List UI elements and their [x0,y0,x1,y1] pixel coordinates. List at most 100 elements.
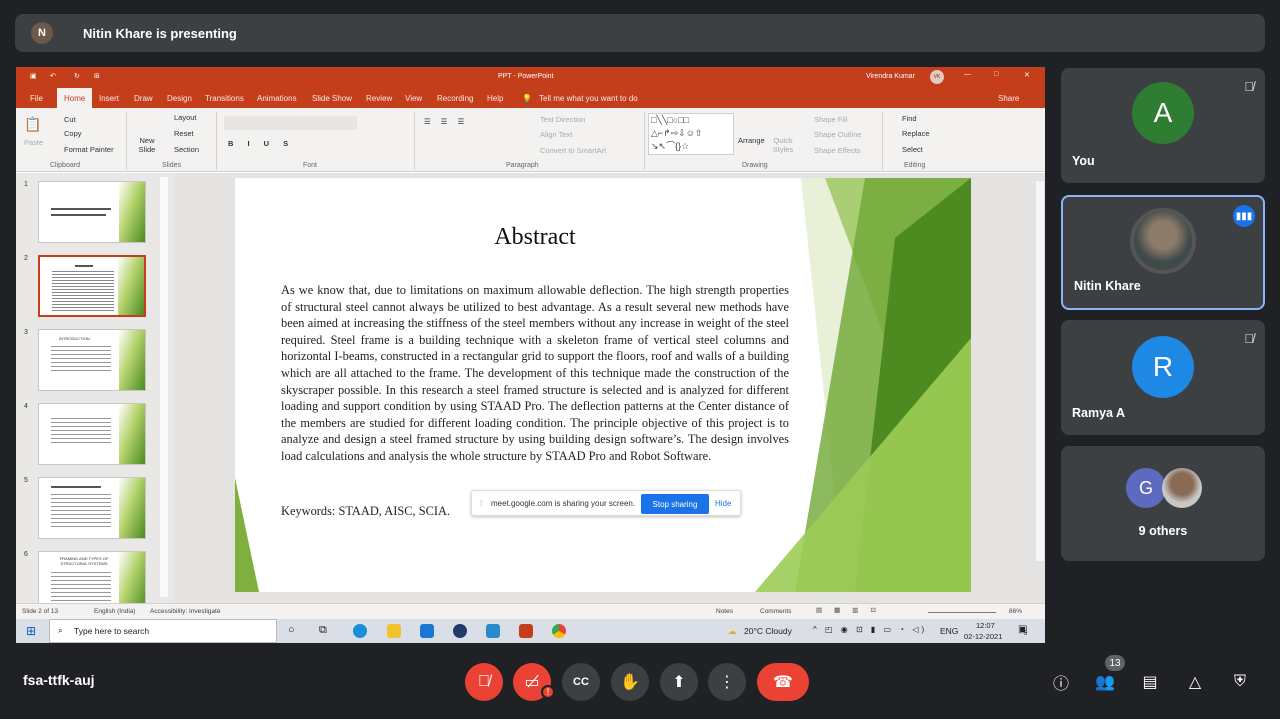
font-name-box[interactable] [224,116,357,130]
info-icon[interactable]: ⓘ [1050,671,1072,693]
paste-button[interactable]: Paste [24,138,43,147]
host-controls-icon[interactable]: ⛨ [1229,671,1251,693]
minimize-icon[interactable]: — [964,71,971,78]
people-icon[interactable]: 👥 [1094,671,1116,693]
task-view-icon[interactable]: ⧉ [319,624,327,637]
select-button[interactable]: Select [902,145,923,154]
file-explorer-icon[interactable] [387,624,401,638]
tab-review[interactable]: Review [366,94,392,103]
drag-handle-icon[interactable]: ⁞ [480,499,482,508]
clock-time[interactable]: 12:07 [976,621,995,630]
tab-animations[interactable]: Animations [257,94,297,103]
tab-file[interactable]: File [30,94,43,103]
thumb-scrollbar[interactable] [160,177,168,597]
cut-button[interactable]: Cut [64,115,76,124]
slide-thumb-2[interactable] [38,255,146,317]
font-format-buttons[interactable]: B I U S [228,139,294,148]
zoom-level[interactable]: 86% [1009,608,1022,615]
tell-me-input[interactable]: Tell me what you want to do [539,94,638,103]
drawing-group-label: Drawing [742,162,768,169]
comments-button[interactable]: Comments [760,608,791,615]
windows-start-icon[interactable]: ⊞ [26,624,36,638]
shape-effects-button[interactable]: Shape Effects [814,146,861,155]
slide-thumb-5[interactable] [38,477,146,539]
tab-view[interactable]: View [405,94,422,103]
shapes-gallery[interactable]: □╲╲□○□□ △⌐↱⇨⇩☺⇧ ↘↖⌒{}☆ [648,113,734,155]
copy-button[interactable]: Copy [64,129,82,138]
shape-outline-button[interactable]: Shape Outline [814,130,862,139]
present-icon[interactable]: ⊞ [94,72,100,80]
tab-draw[interactable]: Draw [134,94,153,103]
clock-date[interactable]: 02-12-2021 [964,632,1002,641]
accessibility-status[interactable]: Accessibility: Investigate [150,608,220,615]
leave-call-button[interactable]: ☎ [757,663,809,701]
convert-smartart-button[interactable]: Convert to SmartArt [540,146,606,155]
view-buttons[interactable]: ▤▦▥⊡ [816,606,888,614]
participant-tile-you[interactable]: A 🎙̸ You [1061,68,1265,183]
tab-home[interactable]: Home [57,88,93,108]
tab-design[interactable]: Design [167,94,192,103]
zoom-slider[interactable] [928,612,996,613]
undo-icon[interactable]: ↶ [50,72,56,80]
redo-icon[interactable]: ↻ [74,72,80,80]
paste-icon[interactable]: 📋 [24,116,41,133]
edge-icon[interactable] [353,624,367,638]
app-icon[interactable] [453,624,467,638]
find-button[interactable]: Find [902,114,917,123]
chrome-icon[interactable] [552,624,566,638]
slide-thumb-3[interactable]: INTRODUCTION [38,329,146,391]
quick-styles-button[interactable]: Quick Styles [772,136,794,154]
activities-icon[interactable]: △ [1184,671,1206,693]
new-slide-button[interactable]: New Slide [134,136,160,154]
others-tile[interactable]: G 9 others [1061,446,1265,561]
participant-tile-nitin[interactable]: ▮▮▮ Nitin Khare [1061,195,1265,310]
share-button[interactable]: Share [998,94,1019,103]
tab-help[interactable]: Help [487,94,503,103]
captions-button[interactable]: CC [562,663,600,701]
tab-slide-show[interactable]: Slide Show [312,94,352,103]
save-icon[interactable]: ▣ [30,72,37,80]
presenting-text: Nitin Khare is presenting [83,25,237,41]
taskbar-search[interactable]: ⌕ Type here to search [49,619,277,643]
user-avatar[interactable]: VK [930,70,944,84]
mic-off-button[interactable]: 🎙̸ [465,663,503,701]
current-slide[interactable]: Abstract As we know that, due to limitat… [235,178,971,592]
paragraph-buttons[interactable]: ☰ ☰ ☰ [424,117,468,126]
slide-thumb-1[interactable] [38,181,146,243]
thumb-number: 3 [24,329,28,336]
slide-title: Abstract [494,224,576,250]
store-icon[interactable] [486,624,500,638]
shape-fill-button[interactable]: Shape Fill [814,115,847,124]
layout-button[interactable]: Layout [174,113,197,122]
tab-insert[interactable]: Insert [99,94,119,103]
present-screen-button[interactable]: ⬆ [660,663,698,701]
slide-thumb-4[interactable] [38,403,146,465]
notes-button[interactable]: Notes [716,608,733,615]
replace-button[interactable]: Replace [902,129,930,138]
chat-icon[interactable]: ▤ [1139,671,1161,693]
section-button[interactable]: Section [174,145,199,154]
tab-transitions[interactable]: Transitions [205,94,244,103]
presenter-avatar: N [31,22,53,44]
tab-recording[interactable]: Recording [437,94,473,103]
tray-icons[interactable]: ^ ◰ ◉ ⊡ ▮ ▭ ◔ ◁) [813,625,927,634]
maximize-icon[interactable]: □ [994,71,998,78]
text-direction-button[interactable]: Text Direction [540,115,585,124]
close-icon[interactable]: ✕ [1024,71,1030,79]
weather-text[interactable]: 20°C Cloudy [744,626,792,636]
more-options-button[interactable]: ⋮ [708,663,746,701]
stop-sharing-button[interactable]: Stop sharing [641,494,709,514]
arrange-button[interactable]: Arrange [738,136,765,145]
powerpoint-icon[interactable] [519,624,533,638]
reset-button[interactable]: Reset [174,129,194,138]
mail-icon[interactable] [420,624,434,638]
format-painter-button[interactable]: Format Painter [64,145,114,154]
raise-hand-button[interactable]: ✋ [611,663,649,701]
slide-scrollbar[interactable] [1036,181,1044,561]
language-status[interactable]: English (India) [94,608,136,615]
align-text-button[interactable]: Align Text [540,130,572,139]
language-indicator[interactable]: ENG [940,626,958,636]
participant-tile-ramya[interactable]: R 🎙̸ Ramya A [1061,320,1265,435]
cortana-icon[interactable]: ○ [288,624,295,636]
hide-button[interactable]: Hide [715,499,731,508]
